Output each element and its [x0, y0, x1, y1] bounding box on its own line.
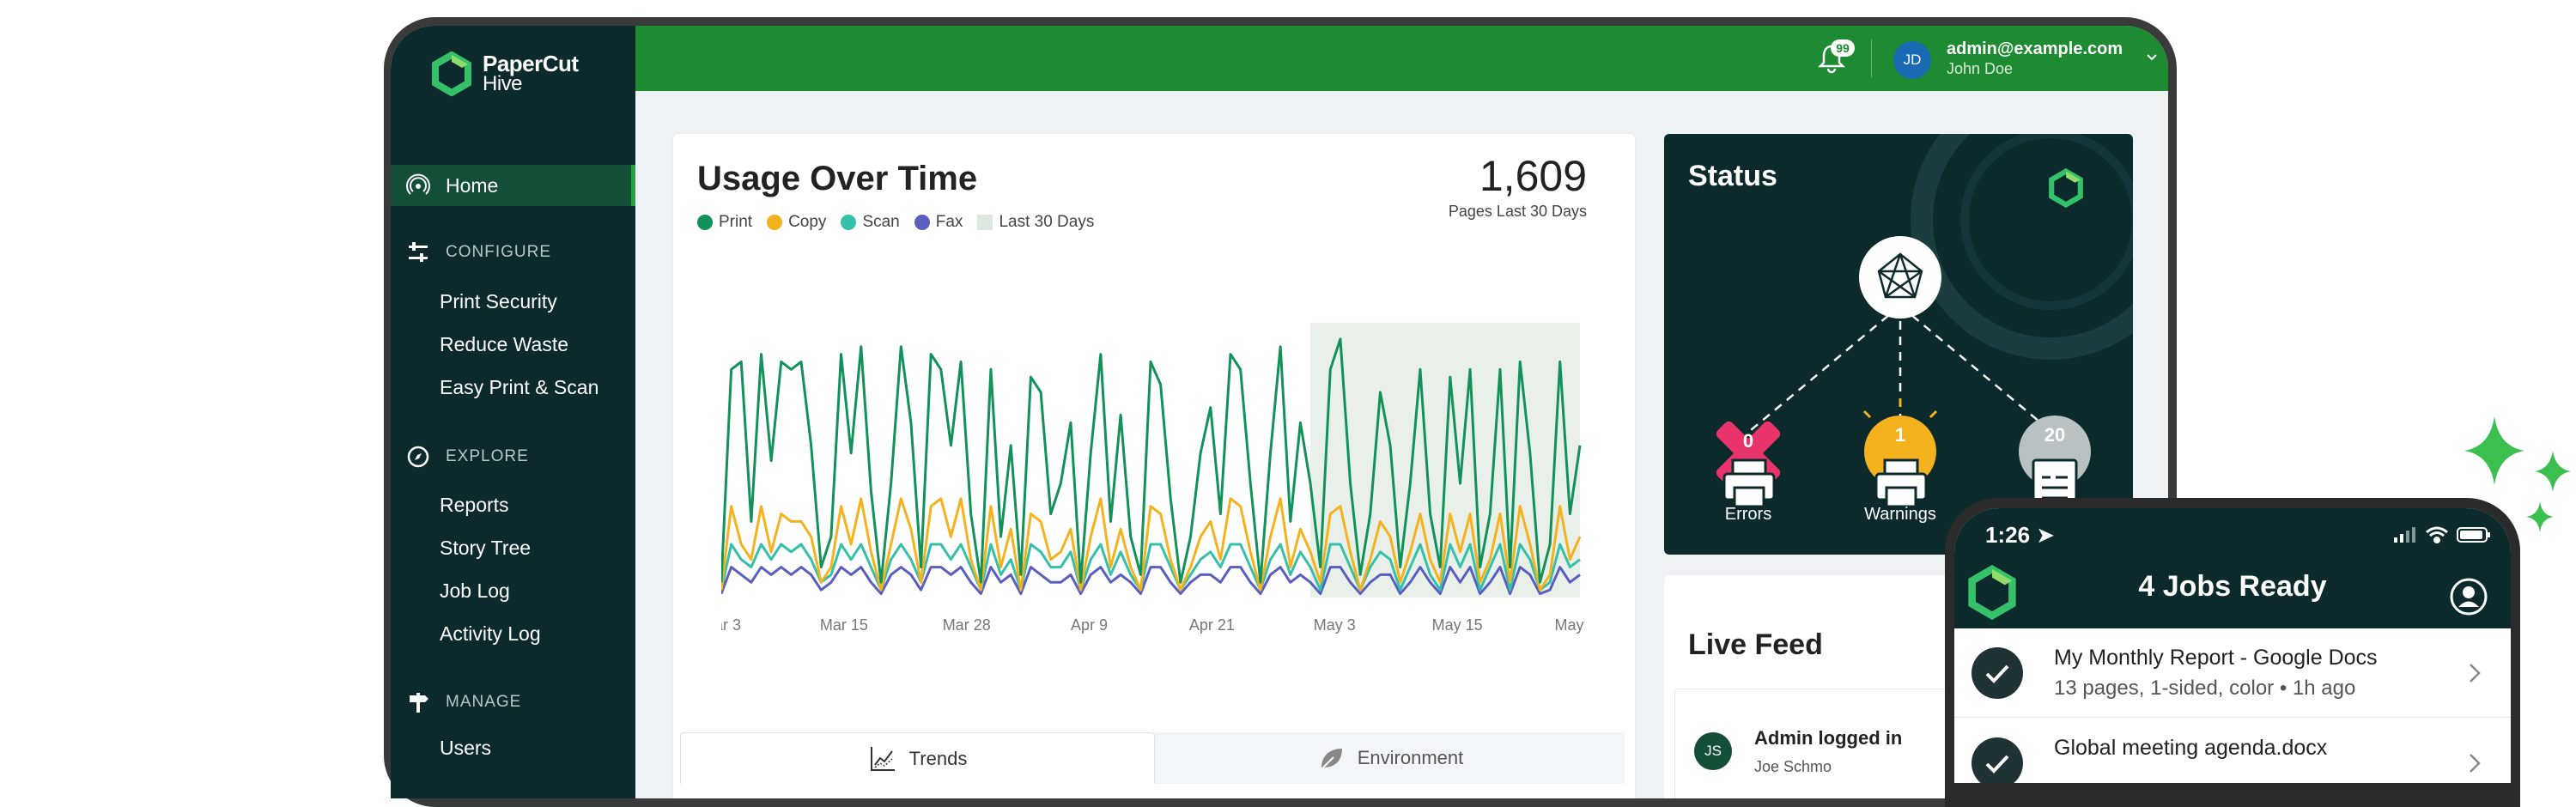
x-tick-label: Apr 9 [1071, 616, 1108, 634]
usage-card: Usage Over Time Print Copy Scan Fax Last… [673, 134, 1635, 798]
legend-label: Print [719, 213, 753, 231]
sidebar-item-reduce-waste[interactable]: Reduce Waste [440, 333, 568, 356]
phone-time: 1:26 ➤ [1985, 522, 2055, 549]
section-explore: EXPLORE [406, 445, 529, 469]
signpost-icon [410, 693, 428, 713]
phone-time-text: 1:26 [1985, 522, 2031, 548]
x-tick-label: Apr 21 [1189, 616, 1235, 634]
usage-tabs: Trends Environment [680, 732, 1625, 784]
compass-icon [407, 446, 429, 468]
print-dot-icon [697, 215, 713, 230]
legend-item-print[interactable]: Print [697, 213, 752, 232]
job-item[interactable]: My Monthly Report - Google Docs 13 pages… [1954, 628, 2511, 718]
status-card: Status 0 1 20 Errors Warnings [1664, 134, 2133, 555]
legend-label: Scan [862, 213, 900, 231]
top-bar: 99 JD admin@example.com John Doe [635, 26, 2168, 91]
ok-count: 20 [2044, 424, 2066, 446]
avatar: JS [1694, 732, 1732, 770]
section-title: EXPLORE [446, 447, 529, 465]
leaf-icon [1321, 749, 1342, 770]
sidebar-item-reports[interactable]: Reports [440, 494, 509, 517]
sidebar-item-print-security[interactable]: Print Security [440, 290, 557, 313]
sparkle-icon [2464, 416, 2571, 532]
total-pages-label: Pages Last 30 Days [1448, 203, 1587, 220]
sidebar-item-story-tree[interactable]: Story Tree [440, 537, 531, 560]
sidebar-item-activity-log[interactable]: Activity Log [440, 622, 541, 646]
topbar-divider [1871, 39, 1872, 77]
logo-sub: Hive [483, 72, 523, 95]
x-tick-label: May 15 [1432, 616, 1483, 634]
phone-screen: 1:26 ➤ 4 Jobs Ready My Monthly Report - … [1954, 508, 2511, 783]
sidebar-item-label: Home [446, 173, 499, 197]
chevron-down-icon[interactable] [2144, 50, 2160, 65]
user-avatar[interactable]: JD [1893, 41, 1931, 79]
x-tick-label: Mar 15 [820, 616, 868, 634]
home-signal-icon [406, 173, 430, 195]
job-name: Global meeting agenda.docx [2054, 736, 2328, 760]
range-square-icon [977, 215, 993, 230]
location-arrow-icon: ➤ [2036, 522, 2056, 548]
check-icon[interactable] [1971, 647, 2023, 699]
errors-count: 0 [1742, 430, 1754, 452]
chart-legend: Print Copy Scan Fax Last 30 Days [697, 213, 1109, 232]
chevron-right-icon [2470, 664, 2481, 683]
trend-icon [870, 746, 895, 771]
section-title: MANAGE [446, 693, 522, 711]
check-icon[interactable] [1971, 737, 2023, 783]
tab-environment[interactable]: Environment [1155, 732, 1625, 784]
feed-title: Live Feed [1688, 628, 1823, 661]
user-name: John Doe [1947, 60, 2014, 77]
sliders-icon [409, 242, 428, 262]
legend-label: Copy [788, 213, 827, 231]
x-tick-label: Mar 3 [721, 616, 741, 634]
profile-icon[interactable] [2449, 577, 2488, 616]
tab-label: Trends [908, 747, 968, 769]
tab-trends[interactable]: Trends [680, 732, 1155, 784]
legend-label: Fax [935, 213, 963, 231]
signal-icon [2394, 527, 2415, 543]
sidebar-item-job-log[interactable]: Job Log [440, 579, 510, 603]
warnings-count: 1 [1894, 424, 1906, 446]
papercut-hex-icon [432, 52, 471, 96]
section-configure: CONFIGURE [406, 240, 551, 264]
app-logo[interactable]: PaperCut Hive [429, 52, 579, 96]
feed-user: Joe Schmo [1754, 758, 1832, 775]
scan-dot-icon [841, 215, 857, 230]
phone-title: 4 Jobs Ready [2138, 570, 2327, 603]
status-title: Status [1688, 160, 1777, 192]
errors-label[interactable]: Errors [1688, 505, 1808, 525]
x-tick-label: Mar 28 [943, 616, 991, 634]
copy-dot-icon [767, 215, 783, 230]
usage-title: Usage Over Time [697, 160, 978, 197]
sidebar-item-home[interactable]: Home [391, 165, 635, 206]
wifi-icon [2426, 526, 2448, 543]
legend-item-copy[interactable]: Copy [767, 213, 826, 232]
user-email[interactable]: admin@example.com [1947, 39, 2123, 59]
tablet-screen: PaperCut Hive Home CONFIGURE Print Secur… [391, 26, 2168, 798]
legend-label: Last 30 Days [999, 213, 1095, 231]
section-manage: MANAGE [406, 690, 521, 714]
phone-header: 1:26 ➤ 4 Jobs Ready [1954, 508, 2511, 628]
legend-item-last-30-days[interactable]: Last 30 Days [977, 213, 1094, 232]
x-tick-label: May 3 [1314, 616, 1356, 634]
notification-badge: 99 [1831, 39, 1855, 57]
legend-item-scan[interactable]: Scan [841, 213, 900, 232]
job-name: My Monthly Report - Google Docs [2054, 646, 2378, 670]
usage-line-chart: Mar 3 Mar 15 Mar 28 Apr 9 Apr 21 May 3 May 15 M… [721, 323, 1589, 634]
sidebar-item-easy-print-scan[interactable]: Easy Print & Scan [440, 376, 598, 399]
chevron-right-icon [2470, 754, 2481, 773]
tab-label: Environment [1357, 747, 1464, 768]
sidebar: PaperCut Hive Home CONFIGURE Print Secur… [391, 26, 635, 798]
job-item[interactable]: Global meeting agenda.docx [1954, 719, 2511, 783]
sidebar-item-users[interactable]: Users [440, 737, 491, 760]
feed-message: Admin logged in [1754, 727, 1903, 749]
section-title: CONFIGURE [446, 243, 551, 261]
papercut-hex-icon [2049, 168, 2083, 208]
job-meta: 13 pages, 1-sided, color • 1h ago [2054, 677, 2356, 700]
x-tick-label: May 28 [1554, 616, 1589, 634]
fax-dot-icon [914, 215, 930, 230]
warnings-label[interactable]: Warnings [1840, 505, 1960, 525]
total-pages: 1,609 [1479, 152, 1587, 200]
legend-item-fax[interactable]: Fax [914, 213, 963, 232]
